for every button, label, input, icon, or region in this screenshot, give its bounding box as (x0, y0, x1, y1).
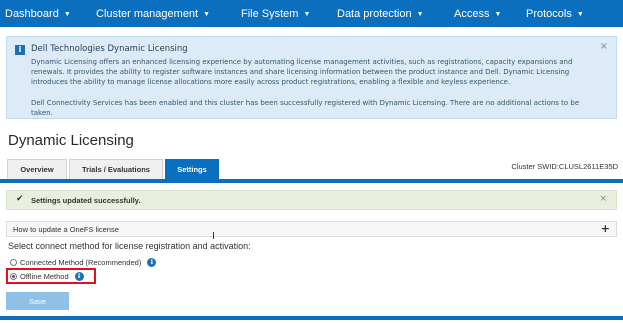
connect-method-prompt: Select connect method for license regist… (8, 241, 251, 251)
chevron-down-icon: ▼ (63, 10, 71, 18)
page-title: Dynamic Licensing (8, 132, 134, 149)
close-icon[interactable]: × (600, 41, 608, 52)
connected-method-label: Connected Method (Recommended) (20, 258, 142, 267)
nav-access[interactable]: Access ▼ (454, 8, 501, 20)
chevron-down-icon: ▼ (303, 10, 311, 18)
connected-method-option[interactable]: Connected Method (Recommended) i (10, 258, 157, 267)
chevron-down-icon: ▼ (203, 10, 211, 18)
nav-data-protection[interactable]: Data protection ▼ (337, 8, 424, 20)
plus-icon[interactable]: + (601, 222, 610, 235)
nav-access-label: Access (454, 8, 490, 20)
nav-dashboard[interactable]: Dashboard ▼ (5, 8, 71, 20)
success-alert: ✔ Settings updated successfully. × (6, 190, 617, 210)
success-message: Settings updated successfully. (31, 196, 141, 205)
bottom-divider (0, 316, 623, 320)
info-icon[interactable]: i (147, 258, 157, 267)
offline-method-highlight (6, 268, 96, 284)
tab-divider (0, 179, 623, 183)
nav-protocols-label: Protocols (526, 8, 572, 20)
nav-cluster-management[interactable]: Cluster management ▼ (96, 8, 210, 20)
dynamic-licensing-info-banner: i Dell Technologies Dynamic Licensing Dy… (6, 36, 617, 119)
info-banner-status: Dell Connectivity Services has been enab… (31, 99, 580, 117)
nav-dashboard-label: Dashboard (5, 8, 59, 20)
accordion-label: How to update a OneFS license (13, 225, 119, 234)
tab-trials-evaluations[interactable]: Trials / Evaluations (69, 159, 163, 179)
nav-data-protection-label: Data protection (337, 8, 412, 20)
save-button[interactable]: Save (6, 292, 69, 310)
nav-protocols[interactable]: Protocols ▼ (526, 8, 584, 20)
cluster-swid: Cluster SWID:CLUSL2611E35D (511, 162, 618, 171)
checkmark-icon: ✔ (16, 194, 24, 204)
tab-overview[interactable]: Overview (7, 159, 67, 179)
nav-file-system-label: File System (241, 8, 299, 20)
connected-method-radio[interactable] (10, 259, 17, 266)
top-navigation-bar: Dashboard ▼ Cluster management ▼ File Sy… (0, 0, 623, 27)
how-to-update-license-accordion[interactable]: How to update a OneFS license + (6, 221, 617, 237)
info-banner-description: Dynamic Licensing offers an enhanced lic… (31, 58, 573, 86)
nav-file-system[interactable]: File System ▼ (241, 8, 310, 20)
info-banner-title: Dell Technologies Dynamic Licensing (31, 44, 188, 54)
close-icon[interactable]: × (599, 194, 607, 204)
chevron-down-icon: ▼ (494, 10, 502, 18)
chevron-down-icon: ▼ (416, 10, 424, 18)
chevron-down-icon: ▼ (576, 10, 584, 18)
info-icon: i (15, 45, 25, 55)
nav-cluster-management-label: Cluster management (96, 8, 199, 20)
tab-settings[interactable]: Settings (165, 159, 219, 179)
